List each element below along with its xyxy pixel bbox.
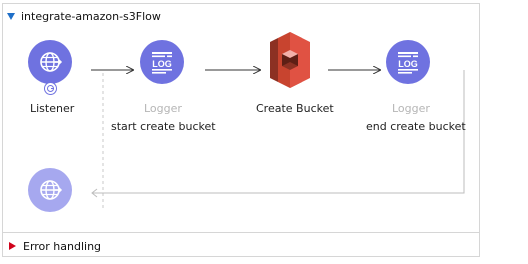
source-badge-icon — [44, 82, 57, 95]
logger-end-component[interactable]: LOG — [386, 40, 430, 84]
logger-start-type-label: Logger — [144, 102, 182, 115]
expand-triangle-icon[interactable] — [9, 242, 16, 250]
logger-end-type-label: Logger — [392, 102, 430, 115]
error-handling-divider — [3, 232, 479, 233]
response-component[interactable] — [28, 168, 72, 212]
log-icon: LOG — [398, 52, 418, 74]
svg-text:LOG: LOG — [152, 59, 172, 69]
globe-icon — [40, 180, 63, 200]
listener-component[interactable] — [28, 40, 72, 84]
logger-start-label: start create bucket — [111, 120, 216, 133]
logger-start-component[interactable]: LOG — [140, 40, 184, 84]
create-bucket-label: Create Bucket — [256, 102, 334, 115]
svg-text:LOG: LOG — [398, 59, 418, 69]
log-icon: LOG — [152, 52, 172, 74]
logger-end-label: end create bucket — [366, 120, 466, 133]
listener-label: Listener — [30, 102, 75, 115]
globe-icon — [40, 52, 63, 72]
error-handling-section[interactable]: Error handling — [9, 238, 101, 254]
error-handling-label: Error handling — [23, 239, 102, 253]
create-bucket-component[interactable] — [270, 32, 310, 88]
amazon-s3-icon — [270, 32, 310, 88]
